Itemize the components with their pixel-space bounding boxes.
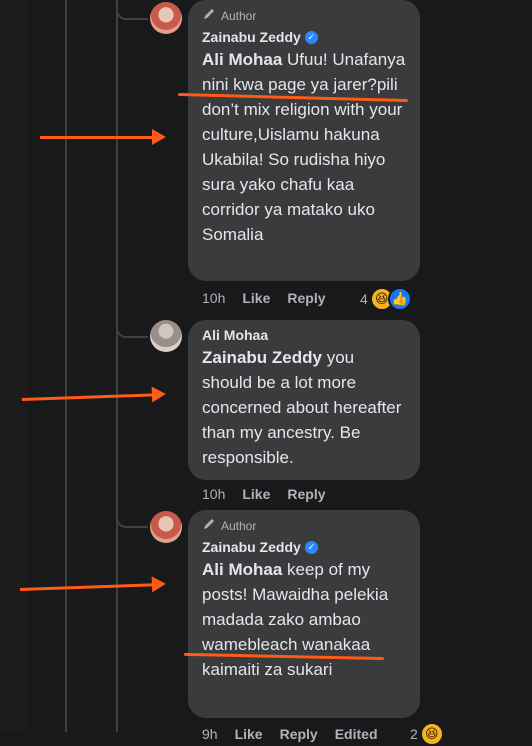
comment-author-row: Zainabu Zeddy ✓ (202, 29, 408, 45)
comment-time[interactable]: 9h (202, 726, 218, 742)
comment-author-row: Ali Mohaa (202, 327, 408, 343)
avatar[interactable] (150, 2, 182, 34)
avatar[interactable] (150, 511, 182, 543)
thread-connector (116, 0, 148, 20)
comment-actions: 10h Like Reply (202, 290, 326, 306)
thread-line (65, 0, 67, 732)
pencil-icon (202, 7, 216, 24)
author-badge: Author (202, 517, 408, 534)
comment-bubble: Author Zainabu Zeddy ✓ Ali Mohaa Ufuu! U… (188, 0, 420, 281)
comment-author[interactable]: Ali Mohaa (202, 327, 268, 343)
left-panel-edge (0, 0, 27, 732)
comment-time[interactable]: 10h (202, 486, 225, 502)
reactions-summary[interactable]: 4 😆 👍 (360, 287, 412, 311)
mention-link[interactable]: Ali Mohaa (202, 50, 282, 69)
laughing-emoji-icon: 😆 (419, 722, 444, 746)
annotation-arrow (40, 129, 166, 145)
comment-text: Ali Mohaa keep of my posts! Mawaidha pel… (202, 557, 408, 682)
comment-actions: 9h Like Reply Edited (202, 726, 378, 742)
reply-button[interactable]: Reply (287, 486, 325, 502)
comment-actions: 10h Like Reply (202, 486, 326, 502)
avatar[interactable] (150, 320, 182, 352)
comment-body: Ufuu! Unafanya nini kwa page ya jarer?pi… (202, 50, 410, 244)
verified-check-icon: ✓ (304, 540, 318, 554)
comment-bubble: Ali Mohaa Zainabu Zeddy you should be a … (188, 320, 420, 480)
reply-button[interactable]: Reply (287, 290, 325, 306)
comment-bubble: Author Zainabu Zeddy ✓ Ali Mohaa keep of… (188, 510, 420, 718)
annotation-arrow (19, 583, 162, 591)
like-button[interactable]: Like (235, 726, 263, 742)
comment-time[interactable]: 10h (202, 290, 225, 306)
thread-connector (116, 300, 148, 338)
edited-label[interactable]: Edited (335, 726, 378, 742)
reply-button[interactable]: Reply (280, 726, 318, 742)
reactions-summary[interactable]: 2 😆 (410, 722, 444, 746)
thread-connector (116, 500, 148, 528)
comment-author-row: Zainabu Zeddy ✓ (202, 539, 408, 555)
reaction-count: 4 (360, 291, 368, 307)
comment-author[interactable]: Zainabu Zeddy (202, 539, 301, 555)
pencil-icon (202, 517, 216, 534)
annotation-arrow (21, 393, 162, 401)
author-badge-label: Author (221, 518, 257, 533)
verified-check-icon: ✓ (304, 30, 318, 44)
reaction-count: 2 (410, 726, 418, 742)
thread-line (116, 0, 118, 732)
like-button[interactable]: Like (242, 486, 270, 502)
comment-author[interactable]: Zainabu Zeddy (202, 29, 301, 45)
author-badge-label: Author (221, 8, 257, 23)
like-button[interactable]: Like (242, 290, 270, 306)
thumbs-up-icon: 👍 (387, 287, 412, 311)
author-badge: Author (202, 7, 408, 24)
comment-text: Ali Mohaa Ufuu! Unafanya nini kwa page y… (202, 47, 408, 247)
mention-link[interactable]: Zainabu Zeddy (202, 348, 322, 367)
comment-text: Zainabu Zeddy you should be a lot more c… (202, 345, 408, 470)
mention-link[interactable]: Ali Mohaa (202, 560, 282, 579)
